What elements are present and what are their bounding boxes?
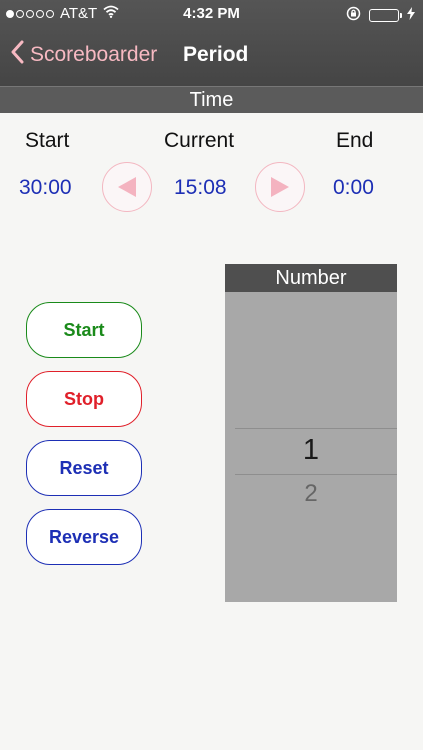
start-time-value: 30:00: [19, 176, 72, 199]
navigation-bar: Scoreboarder Period: [0, 28, 423, 84]
increment-button[interactable]: [255, 162, 305, 212]
picker-selected-value[interactable]: 1: [225, 434, 397, 467]
chevron-left-icon: [10, 40, 24, 70]
current-label: Current: [164, 129, 235, 152]
triangle-right-icon: [269, 175, 291, 199]
stop-button[interactable]: Stop: [26, 371, 142, 427]
start-button[interactable]: Start: [26, 302, 142, 358]
header: AT&T 4:32 PM Scoreboarder Period: [0, 0, 423, 86]
current-time-value: 15:08: [174, 176, 227, 199]
picker-selection-top-line: [235, 428, 397, 429]
start-label: Start: [25, 129, 70, 152]
page-title: Period: [183, 43, 249, 66]
number-picker[interactable]: Number 1 2: [225, 264, 397, 602]
end-label: End: [336, 129, 374, 152]
decrement-button[interactable]: [102, 162, 152, 212]
picker-next-value[interactable]: 2: [225, 480, 397, 508]
status-bar: AT&T 4:32 PM: [0, 0, 423, 28]
reset-button[interactable]: Reset: [26, 440, 142, 496]
rotation-lock-icon: [346, 6, 361, 25]
end-time-value: 0:00: [333, 176, 374, 199]
charging-icon: [407, 7, 415, 24]
battery-icon: [369, 9, 402, 22]
back-button[interactable]: Scoreboarder: [10, 40, 157, 70]
triangle-left-icon: [116, 175, 138, 199]
reverse-button[interactable]: Reverse: [26, 509, 142, 565]
picker-title: Number: [225, 264, 397, 292]
back-button-label: Scoreboarder: [30, 43, 158, 66]
section-header: Time: [0, 86, 423, 113]
picker-selection-bottom-line: [235, 474, 397, 475]
